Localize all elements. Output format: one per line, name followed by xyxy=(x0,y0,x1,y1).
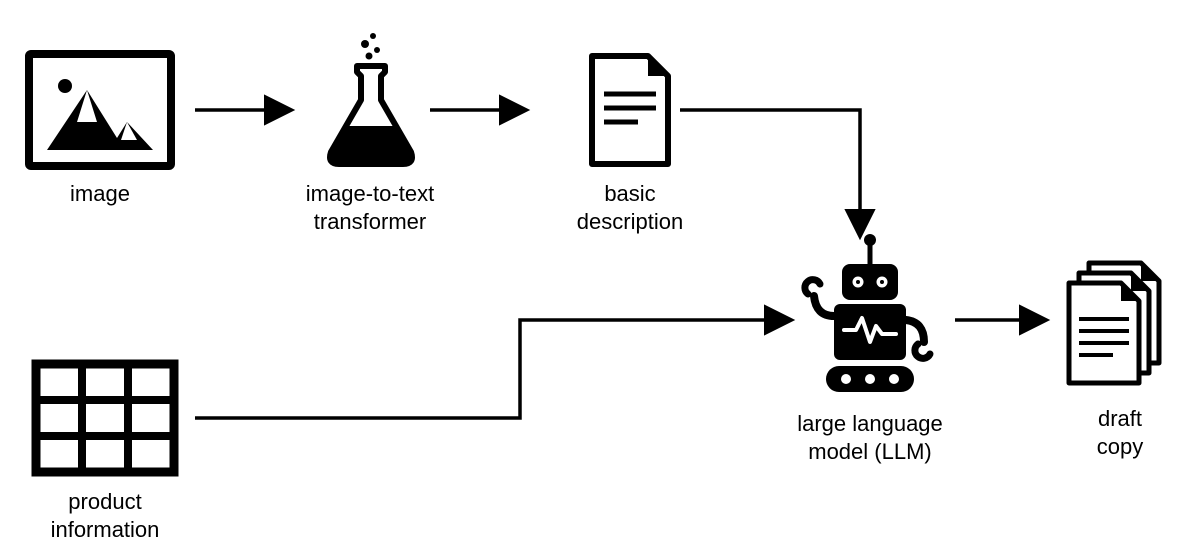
node-description-label-l2: description xyxy=(577,209,683,234)
node-product-info-label-l2: information xyxy=(51,517,160,542)
node-product-info-label-l1: product xyxy=(68,489,141,514)
node-description-label-l1: basic xyxy=(604,181,655,206)
node-draft-copy-label-l2: copy xyxy=(1097,434,1143,459)
node-llm: large language model (LLM) xyxy=(780,230,960,465)
node-llm-label-l1: large language xyxy=(797,411,943,436)
node-image: image xyxy=(20,50,180,208)
table-grid-icon xyxy=(30,358,180,478)
flask-icon xyxy=(315,30,425,170)
node-description-label: basic description xyxy=(550,180,710,235)
node-draft-copy-label: draft copy xyxy=(1050,405,1190,460)
picture-icon xyxy=(25,50,175,170)
node-transformer-label-l2: transformer xyxy=(314,209,426,234)
node-product-info: product information xyxy=(20,358,190,543)
node-llm-label: large language model (LLM) xyxy=(780,410,960,465)
node-transformer: image-to-text transformer xyxy=(275,30,465,235)
robot-icon xyxy=(790,230,950,400)
node-draft-copy-label-l1: draft xyxy=(1098,406,1142,431)
node-draft-copy: draft copy xyxy=(1050,255,1190,460)
node-product-info-label: product information xyxy=(20,488,190,543)
document-icon xyxy=(580,50,680,170)
pipeline-diagram: image image-to-text transformer xyxy=(0,0,1200,532)
arrow-product-to-llm xyxy=(195,320,790,418)
documents-stack-icon xyxy=(1055,255,1185,395)
node-transformer-label: image-to-text transformer xyxy=(275,180,465,235)
node-llm-label-l2: model (LLM) xyxy=(808,439,931,464)
node-description: basic description xyxy=(550,50,710,235)
node-image-label: image xyxy=(20,180,180,208)
node-transformer-label-l1: image-to-text xyxy=(306,181,434,206)
